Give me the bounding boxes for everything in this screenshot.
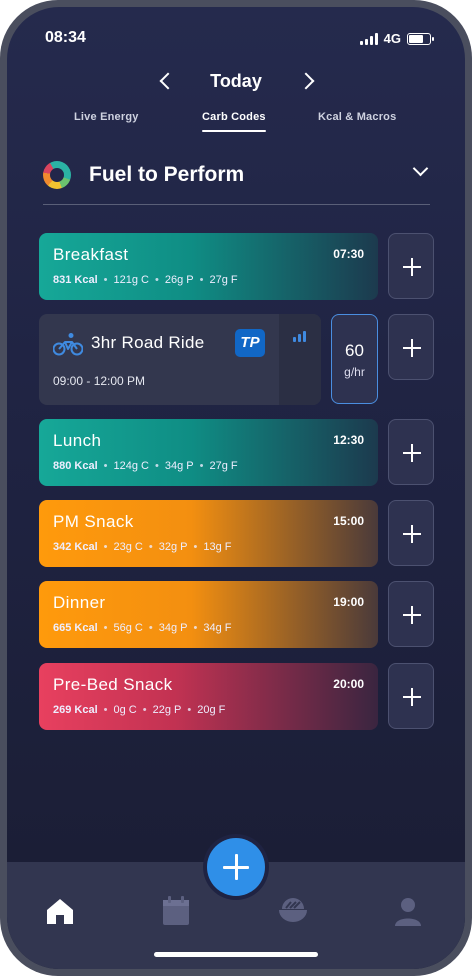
macro-separator: • [187, 704, 192, 716]
meal-carbs: 0g C [113, 704, 137, 716]
phone-frame: 08:34 4G Today Live Energy Carb Codes Kc… [0, 0, 472, 976]
macro-separator: • [193, 622, 198, 634]
meal-carbs: 23g C [113, 541, 143, 553]
macro-separator: • [193, 541, 198, 553]
add-fab-button[interactable] [203, 834, 269, 900]
meal-macros: 342 Kcal • 23g C • 32g P • 13g F [53, 541, 231, 553]
meal-protein: 22g P [152, 704, 182, 716]
add-breakfast-button[interactable] [388, 233, 434, 299]
tab-kcal-macros[interactable]: Kcal & Macros [318, 111, 396, 123]
status-bar: 08:34 4G [7, 29, 465, 49]
meal-name: Pre-Bed Snack [53, 675, 173, 694]
meal-macros: 269 Kcal • 0g C • 22g P • 20g F [53, 704, 225, 716]
carb-rate-unit: g/hr [344, 365, 365, 379]
carb-rate-box[interactable]: 60 g/hr [331, 314, 378, 404]
meal-macros: 831 Kcal • 121g C • 26g P • 27g F [53, 274, 238, 286]
meal-card-lunch[interactable]: Lunch 12:30 880 Kcal • 124g C • 34g P • 27g F [39, 419, 378, 486]
food-bowl-icon[interactable] [276, 894, 310, 928]
battery-icon [407, 32, 434, 45]
workout-card[interactable]: 3hr Road Ride 09:00 - 12:00 PM TP [39, 314, 321, 405]
meal-carbs: 56g C [113, 622, 143, 634]
meal-fat: 20g F [197, 704, 226, 716]
meal-fat: 27g F [209, 274, 238, 286]
app-screen: 08:34 4G Today Live Energy Carb Codes Kc… [7, 7, 465, 969]
add-pre-bed-snack-button[interactable] [388, 663, 434, 729]
view-tabs: Live Energy Carb Codes Kcal & Macros [7, 111, 465, 139]
macro-separator: • [142, 704, 147, 716]
macro-separator: • [103, 460, 108, 472]
meal-name: Dinner [53, 593, 106, 612]
macro-separator: • [148, 541, 153, 553]
meal-name: Breakfast [53, 245, 129, 264]
calendar-icon[interactable] [159, 894, 193, 928]
macro-separator: • [199, 274, 204, 286]
add-lunch-button[interactable] [388, 419, 434, 485]
workout-name: 3hr Road Ride [91, 333, 205, 352]
macro-separator: • [103, 622, 108, 634]
carb-rate-value: 60 [345, 341, 364, 360]
macro-separator: • [155, 274, 159, 286]
meal-kcal: 831 Kcal [53, 274, 98, 286]
meal-macros: 665 Kcal • 56g C • 34g P • 34g F [53, 622, 231, 634]
profile-icon[interactable] [391, 894, 425, 928]
macro-separator: • [155, 460, 159, 472]
meal-kcal: 665 Kcal [53, 622, 98, 634]
meal-fat: 13g F [203, 541, 232, 553]
meal-carbs: 124g C [113, 460, 149, 472]
meal-protein: 32g P [158, 541, 188, 553]
macro-separator: • [199, 460, 204, 472]
meal-name: Lunch [53, 431, 102, 450]
meal-card-pm-snack[interactable]: PM Snack 15:00 342 Kcal • 23g C • 32g P • 13g … [39, 500, 378, 567]
meal-time: 15:00 [333, 514, 364, 528]
macro-separator: • [103, 704, 108, 716]
add-dinner-button[interactable] [388, 581, 434, 647]
meal-time: 12:30 [333, 433, 364, 447]
macro-separator: • [148, 622, 153, 634]
plan-selector[interactable]: Fuel to Perform [43, 157, 430, 205]
meal-carbs: 121g C [113, 274, 149, 286]
plan-title: Fuel to Perform [89, 163, 245, 186]
tab-live-energy[interactable]: Live Energy [74, 111, 139, 123]
tab-carb-codes[interactable]: Carb Codes [202, 111, 266, 132]
home-icon[interactable] [43, 894, 77, 928]
network-type: 4G [383, 31, 401, 46]
add-workout-fuel-button[interactable] [388, 314, 434, 380]
fuel-ring-logo-icon [43, 161, 71, 189]
meal-kcal: 880 Kcal [53, 460, 98, 472]
status-icons: 4G [359, 31, 434, 46]
intensity-bars-icon [293, 330, 306, 342]
meal-card-breakfast[interactable]: Breakfast 07:30 831 Kcal • 121g C • 26g P • 27… [39, 233, 378, 300]
macro-separator: • [103, 541, 108, 553]
date-label: Today [210, 71, 262, 91]
meal-name: PM Snack [53, 512, 134, 531]
meal-fat: 34g F [203, 622, 232, 634]
add-pm-snack-button[interactable] [388, 500, 434, 566]
meal-macros: 880 Kcal • 124g C • 34g P • 27g F [53, 460, 238, 472]
meal-time: 19:00 [333, 595, 364, 609]
meal-time: 07:30 [333, 247, 364, 261]
trainingpeaks-badge: TP [235, 329, 265, 357]
workout-time-range: 09:00 - 12:00 PM [53, 374, 146, 388]
meal-protein: 26g P [164, 274, 194, 286]
meal-time: 20:00 [333, 677, 364, 691]
meal-fat: 27g F [209, 460, 238, 472]
status-time: 08:34 [45, 29, 86, 46]
workout-side-panel [279, 314, 321, 405]
meal-protein: 34g P [158, 622, 188, 634]
meal-kcal: 342 Kcal [53, 541, 98, 553]
date-navigation: Today [7, 65, 465, 99]
meal-card-pre-bed-snack[interactable]: Pre-Bed Snack 20:00 269 Kcal • 0g C • 22g P •… [39, 663, 378, 730]
meal-protein: 34g P [164, 460, 194, 472]
signal-icon [359, 32, 378, 45]
chevron-down-icon[interactable] [412, 160, 429, 177]
meal-card-dinner[interactable]: Dinner 19:00 665 Kcal • 56g C • 34g P • 34g F [39, 581, 378, 648]
meal-kcal: 269 Kcal [53, 704, 98, 716]
macro-separator: • [103, 274, 108, 286]
cycling-icon [53, 333, 83, 356]
home-indicator [154, 952, 318, 957]
